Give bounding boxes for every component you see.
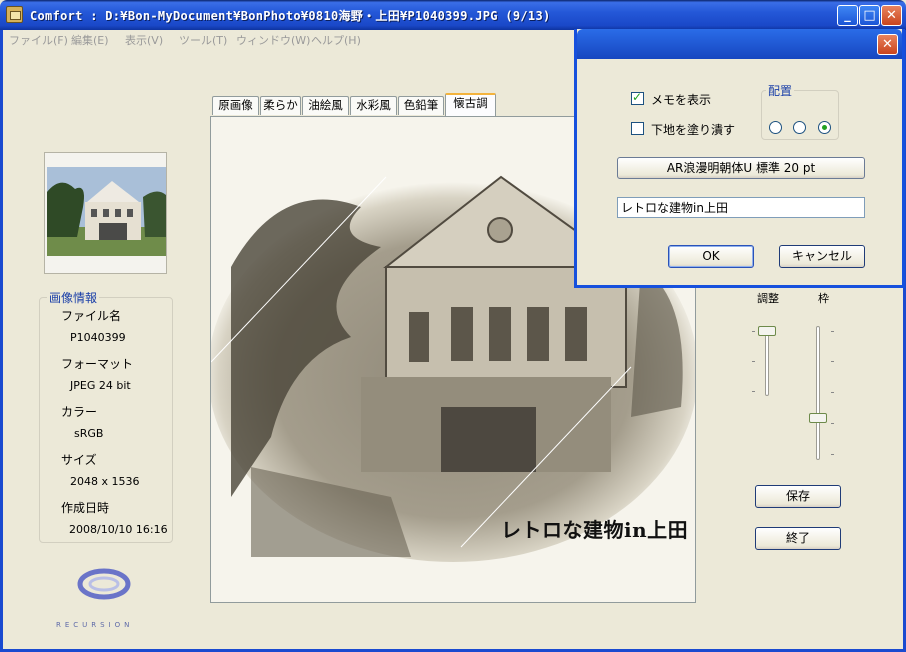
logo-text: RECURSION [56, 621, 134, 629]
adjust-slider-label: 調整 [757, 292, 779, 305]
color-label: カラー [61, 405, 98, 419]
placement-right-radio[interactable] [818, 121, 831, 134]
image-info-legend: 画像情報 [47, 289, 100, 306]
recursion-logo-icon [77, 568, 131, 600]
memo-text-input[interactable] [617, 197, 865, 218]
frame-tick [831, 454, 834, 455]
tab-soft[interactable]: 柔らか [260, 96, 301, 115]
maximize-button[interactable]: □ [859, 5, 880, 26]
tab-oil[interactable]: 油絵風 [302, 96, 349, 115]
size-label: サイズ [61, 453, 97, 467]
minimize-button[interactable]: _ [837, 5, 858, 26]
tab-original[interactable]: 原画像 [212, 96, 259, 115]
menu-view[interactable]: 表示(V) [125, 32, 163, 48]
tab-colored-pencil[interactable]: 色鉛筆 [398, 96, 444, 115]
adjust-tick [752, 331, 755, 332]
title-bar: Comfort : D:¥Bon-MyDocument¥BonPhoto¥081… [0, 0, 906, 30]
adjust-tick [752, 391, 755, 392]
thumbnail-frame[interactable] [44, 152, 167, 274]
show-memo-label[interactable]: メモを表示 [651, 91, 711, 108]
app-icon[interactable] [6, 6, 23, 23]
date-label: 作成日時 [61, 501, 110, 515]
placement-left-radio[interactable] [769, 121, 782, 134]
menu-help[interactable]: ヘルプ(H) [311, 32, 361, 48]
tab-watercolor[interactable]: 水彩風 [350, 96, 397, 115]
date-value: 2008/10/10 16:16 [69, 523, 168, 536]
color-value: sRGB [74, 427, 104, 440]
close-button[interactable]: ✕ [881, 5, 902, 26]
frame-slider-thumb[interactable] [809, 412, 827, 423]
canvas-caption: レトロな建物in上田 [501, 518, 689, 542]
frame-slider-label: 枠 [818, 292, 829, 305]
placement-legend: 配置 [766, 82, 795, 99]
filename-value: P1040399 [70, 331, 126, 344]
save-button[interactable]: 保存 [755, 485, 841, 508]
format-value: JPEG 24 bit [70, 379, 131, 392]
window-frame-left [0, 30, 3, 652]
size-value: 2048 x 1536 [70, 475, 140, 488]
filename-label: ファイル名 [61, 309, 122, 323]
adjust-slider-track[interactable] [765, 326, 769, 396]
menu-window[interactable]: ウィンドウ(W) [236, 32, 310, 48]
dialog-title-bar: ✕ [577, 29, 902, 59]
fill-background-checkbox[interactable] [631, 122, 644, 135]
placement-center-radio[interactable] [793, 121, 806, 134]
tab-retro[interactable]: 懐古調 [445, 93, 496, 116]
dialog-close-button[interactable]: ✕ [877, 34, 898, 55]
frame-tick [831, 331, 834, 332]
exit-button[interactable]: 終了 [755, 527, 841, 550]
adjust-slider-thumb[interactable] [758, 326, 776, 336]
format-label: フォーマット [61, 357, 134, 371]
cancel-button[interactable]: キャンセル [779, 245, 865, 268]
adjust-tick [752, 361, 755, 362]
show-memo-checkbox[interactable] [631, 90, 644, 105]
frame-tick [831, 361, 834, 362]
menu-edit[interactable]: 編集(E) [71, 32, 109, 48]
fill-background-label[interactable]: 下地を塗り潰す [651, 121, 735, 138]
menu-file[interactable]: ファイル(F) [9, 32, 68, 48]
frame-slider-track[interactable] [816, 326, 820, 460]
ok-button[interactable]: OK [668, 245, 754, 268]
frame-tick [831, 392, 834, 393]
menu-tools[interactable]: ツール(T) [179, 32, 227, 48]
window-title: Comfort : D:¥Bon-MyDocument¥BonPhoto¥081… [30, 9, 551, 23]
thumbnail-image [47, 167, 166, 256]
frame-tick [831, 423, 834, 424]
font-select-button[interactable]: AR浪漫明朝体U 標準 20 pt [617, 157, 865, 179]
